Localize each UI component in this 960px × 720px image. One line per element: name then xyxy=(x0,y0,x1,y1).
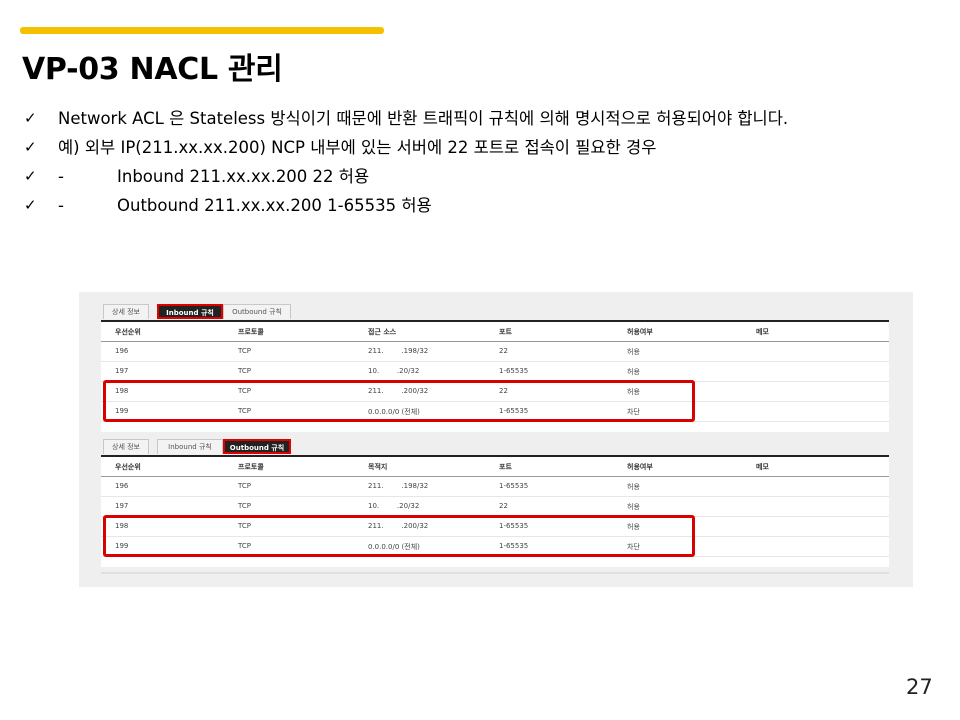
inbound-rules-panel: 상세 정보 Inbound 규칙 Outbound 규칙 우선순위 프로토콜 접… xyxy=(101,303,891,432)
bullet-dash: - xyxy=(58,196,64,215)
table-row[interactable]: 196 TCP 211. .198/32 22 허용 xyxy=(101,342,889,362)
table-row[interactable]: 197 TCP 10. .20/32 1-65535 허용 xyxy=(101,362,889,382)
title-accent-bar xyxy=(20,27,384,34)
bullet-text: Inbound 211.xx.xx.200 22 허용 xyxy=(117,167,370,186)
column-header: 프로토콜 xyxy=(238,328,264,336)
column-header: 접근 소스 xyxy=(368,328,397,336)
divider xyxy=(101,572,889,574)
bullet-item: ✓ 예) 외부 IP(211.xx.xx.200) NCP 내부에 있는 서버에… xyxy=(24,137,934,158)
tab-outbound-rules[interactable]: Outbound 규칙 xyxy=(223,439,291,454)
tab-bar: 상세 정보 Inbound 규칙 Outbound 규칙 xyxy=(101,303,891,320)
table-header-row: 우선순위 프로토콜 접근 소스 포트 허용여부 메모 xyxy=(101,322,889,342)
column-header: 우선순위 xyxy=(115,463,141,471)
tab-bar: 상세 정보 Inbound 규칙 Outbound 규칙 xyxy=(101,438,891,455)
checkmark-icon: ✓ xyxy=(24,138,37,156)
tab-inbound-rules[interactable]: Inbound 규칙 xyxy=(157,304,223,319)
slide-title: VP-03 NACL 관리 xyxy=(22,52,283,87)
column-header: 목적지 xyxy=(368,463,388,471)
bullet-text: Outbound 211.xx.xx.200 1-65535 허용 xyxy=(117,196,432,215)
bullet-dash: - xyxy=(58,167,64,186)
checkmark-icon: ✓ xyxy=(24,167,37,185)
page-number: 27 xyxy=(906,675,933,699)
bullet-text: 예) 외부 IP(211.xx.xx.200) NCP 내부에 있는 서버에 2… xyxy=(58,138,657,157)
tab-outbound-rules[interactable]: Outbound 규칙 xyxy=(223,304,291,319)
column-header: 포트 xyxy=(499,328,512,336)
column-header: 메모 xyxy=(756,328,769,336)
table-header-row: 우선순위 프로토콜 목적지 포트 허용여부 메모 xyxy=(101,457,889,477)
tab-details[interactable]: 상세 정보 xyxy=(103,304,149,319)
column-header: 프로토콜 xyxy=(238,463,264,471)
outbound-rules-panel: 상세 정보 Inbound 규칙 Outbound 규칙 우선순위 프로토콜 목… xyxy=(101,438,891,567)
column-header: 허용여부 xyxy=(627,463,653,471)
tab-inbound-rules[interactable]: Inbound 규칙 xyxy=(157,439,223,454)
checkmark-icon: ✓ xyxy=(24,109,37,127)
table-row[interactable]: 197 TCP 10. .20/32 22 허용 xyxy=(101,497,889,517)
highlight-box xyxy=(103,380,695,422)
bullet-item: ✓ - Outbound 211.xx.xx.200 1-65535 허용 xyxy=(24,195,934,216)
column-header: 우선순위 xyxy=(115,328,141,336)
table-row[interactable]: 196 TCP 211. .198/32 1-65535 허용 xyxy=(101,477,889,497)
bullet-item: ✓ - Inbound 211.xx.xx.200 22 허용 xyxy=(24,166,934,187)
column-header: 포트 xyxy=(499,463,512,471)
checkmark-icon: ✓ xyxy=(24,196,37,214)
column-header: 허용여부 xyxy=(627,328,653,336)
bullet-item: ✓ Network ACL 은 Stateless 방식이기 때문에 반환 트래… xyxy=(24,108,934,129)
bullet-list: ✓ Network ACL 은 Stateless 방식이기 때문에 반환 트래… xyxy=(24,108,934,224)
highlight-box xyxy=(103,515,695,557)
column-header: 메모 xyxy=(756,463,769,471)
tab-details[interactable]: 상세 정보 xyxy=(103,439,149,454)
nacl-console-screenshot: 상세 정보 Inbound 규칙 Outbound 규칙 우선순위 프로토콜 접… xyxy=(79,292,913,587)
bullet-text: Network ACL 은 Stateless 방식이기 때문에 반환 트래픽이… xyxy=(58,109,789,128)
